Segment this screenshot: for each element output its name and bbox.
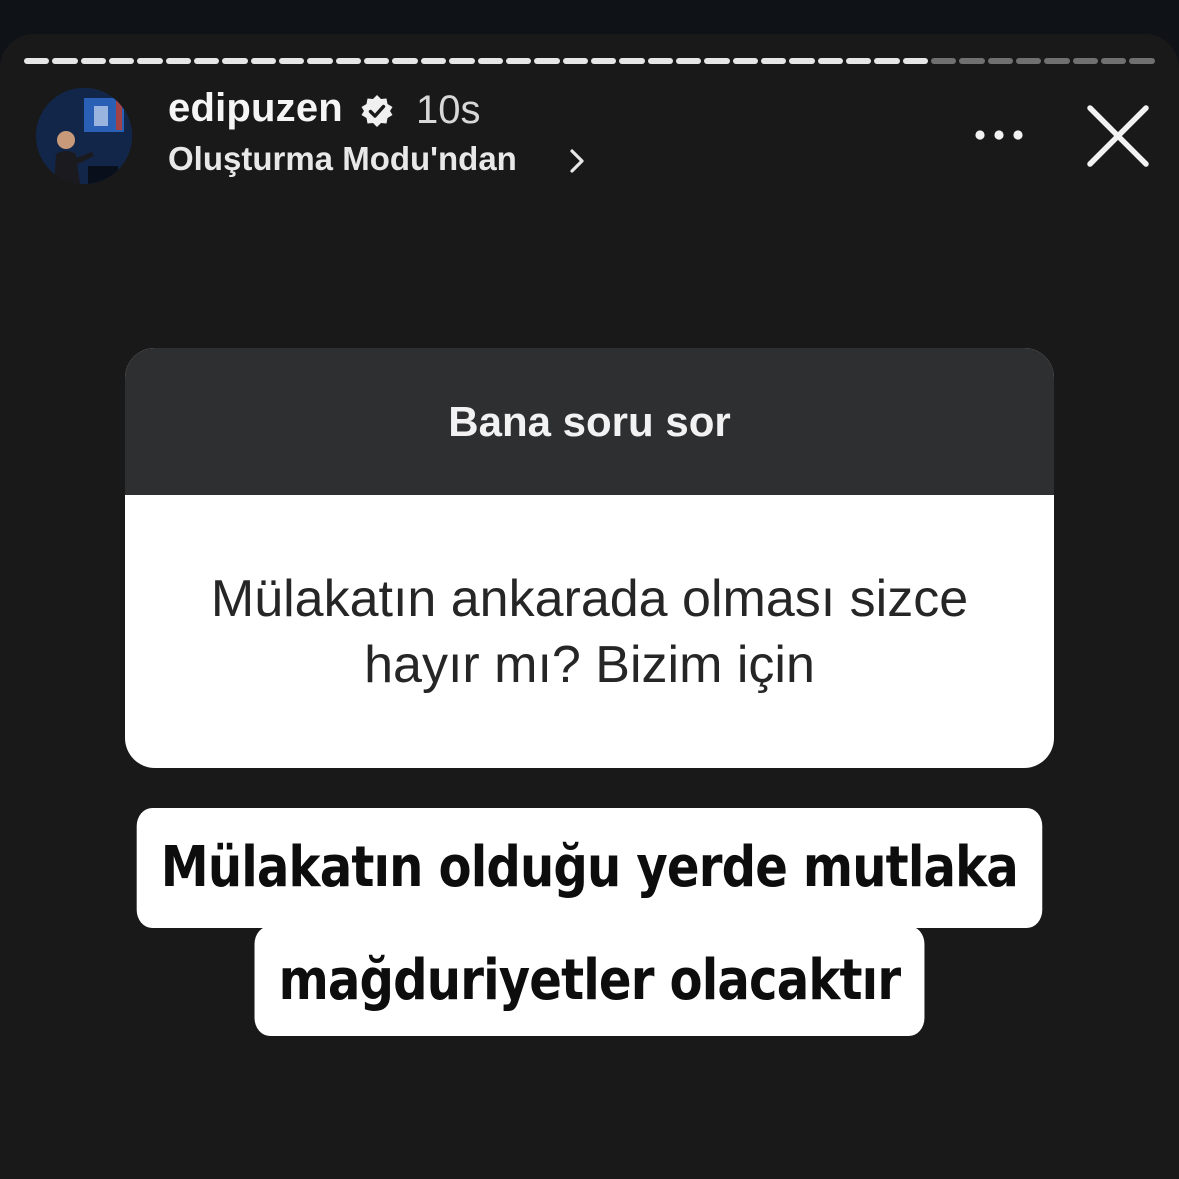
progress-segment bbox=[194, 58, 220, 64]
progress-segment bbox=[364, 58, 390, 64]
progress-segment bbox=[109, 58, 135, 64]
avatar[interactable] bbox=[36, 88, 132, 184]
progress-segment bbox=[1101, 58, 1127, 64]
progress-segment bbox=[845, 58, 872, 64]
progress-segment bbox=[1016, 58, 1042, 64]
progress-segment bbox=[250, 58, 277, 64]
progress-segment bbox=[675, 58, 702, 64]
story-viewer: edipuzen 10s Oluşturma Modu'ndan Bana so… bbox=[0, 34, 1179, 1179]
story-progress-bar bbox=[24, 58, 1155, 64]
progress-segment bbox=[931, 58, 957, 64]
answer-text-block: Mülakatın olduğu yerde mutlaka mağduriye… bbox=[0, 808, 1179, 1036]
verified-badge-icon bbox=[361, 95, 393, 127]
progress-segment bbox=[420, 58, 447, 64]
progress-segment bbox=[1044, 58, 1070, 64]
progress-segment bbox=[817, 58, 843, 64]
progress-segment bbox=[902, 58, 928, 64]
progress-segment bbox=[619, 58, 645, 64]
answer-line: mağduriyetler olacaktır bbox=[254, 926, 925, 1036]
question-sticker: Bana soru sor Mülakatın ankarada olması … bbox=[125, 348, 1054, 768]
progress-segment bbox=[137, 58, 163, 64]
source-label[interactable]: Oluşturma Modu'ndan bbox=[168, 140, 517, 178]
answer-line: Mülakatın olduğu yerde mutlaka bbox=[136, 808, 1043, 928]
progress-segment bbox=[987, 58, 1014, 64]
progress-segment bbox=[279, 58, 305, 64]
progress-segment bbox=[562, 58, 588, 64]
progress-segment bbox=[1072, 58, 1099, 64]
progress-segment bbox=[789, 58, 815, 64]
progress-segment bbox=[732, 58, 758, 64]
progress-segment bbox=[24, 58, 50, 64]
progress-segment bbox=[52, 58, 78, 64]
progress-segment bbox=[647, 58, 673, 64]
progress-segment bbox=[590, 58, 617, 64]
avatar-photo-icon bbox=[36, 88, 132, 184]
progress-segment bbox=[222, 58, 248, 64]
progress-segment bbox=[874, 58, 900, 64]
progress-segment bbox=[959, 58, 985, 64]
progress-segment bbox=[80, 58, 107, 64]
more-horizontal-icon[interactable] bbox=[970, 118, 1028, 152]
progress-segment bbox=[704, 58, 730, 64]
username[interactable]: edipuzen bbox=[168, 86, 343, 131]
progress-segment bbox=[449, 58, 475, 64]
progress-segment bbox=[760, 58, 787, 64]
question-text: Mülakatın ankarada olması sizce hayır mı… bbox=[210, 569, 969, 694]
progress-segment bbox=[477, 58, 503, 64]
progress-segment bbox=[1129, 58, 1155, 64]
progress-segment bbox=[165, 58, 192, 64]
progress-segment bbox=[534, 58, 560, 64]
story-timestamp: 10s bbox=[416, 88, 481, 132]
progress-segment bbox=[307, 58, 333, 64]
question-sticker-title: Bana soru sor bbox=[125, 348, 1054, 495]
chevron-right-icon[interactable] bbox=[568, 148, 586, 174]
progress-segment bbox=[392, 58, 418, 64]
close-icon[interactable] bbox=[1082, 100, 1154, 172]
progress-segment bbox=[335, 58, 362, 64]
progress-segment bbox=[505, 58, 532, 64]
